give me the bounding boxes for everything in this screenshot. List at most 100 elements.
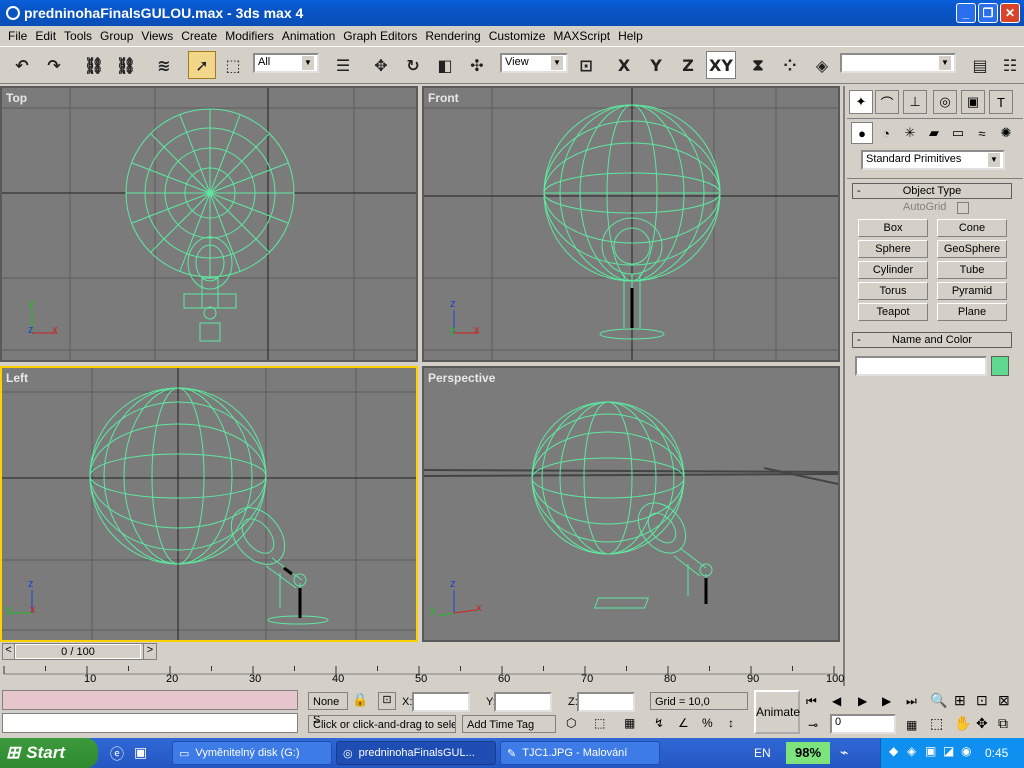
- tray-icon-2[interactable]: ◈: [907, 744, 916, 758]
- sphere-button[interactable]: Sphere: [858, 240, 928, 258]
- menu-group[interactable]: Group: [96, 29, 137, 43]
- menu-maxscript[interactable]: MAXScript: [549, 29, 614, 43]
- zoom-icon[interactable]: 🔍: [930, 692, 947, 709]
- viewport-label-front[interactable]: Front: [428, 91, 459, 105]
- systems-icon[interactable]: ✺: [995, 122, 1017, 144]
- object-color-swatch[interactable]: [991, 356, 1009, 376]
- plane-button[interactable]: Plane: [937, 303, 1007, 321]
- zoom-extents-icon[interactable]: ⊡: [976, 692, 988, 709]
- link-icon[interactable]: ⛓: [80, 51, 108, 79]
- redo-icon[interactable]: ↷: [40, 51, 68, 79]
- restrict-z-button[interactable]: Z: [674, 51, 702, 79]
- add-time-tag-button[interactable]: Add Time Tag: [462, 715, 556, 733]
- menu-tools[interactable]: Tools: [60, 29, 96, 43]
- x-coord-field[interactable]: [412, 692, 470, 712]
- task-removable-disk[interactable]: ▭ Vyměnitelný disk (G:): [172, 741, 332, 765]
- reference-coord-dropdown[interactable]: View ▼: [500, 53, 568, 73]
- cone-button[interactable]: Cone: [937, 219, 1007, 237]
- viewport-left[interactable]: Left z y x: [0, 366, 418, 642]
- maximize-viewport-icon[interactable]: ⧉: [998, 715, 1008, 732]
- menu-graph-editors[interactable]: Graph Editors: [339, 29, 421, 43]
- cameras-icon[interactable]: ▰: [923, 122, 945, 144]
- select-by-name-icon[interactable]: ☰: [329, 51, 357, 79]
- region-select-icon[interactable]: ⬚: [219, 51, 247, 79]
- tray-icon-3[interactable]: ▣: [925, 744, 936, 758]
- time-config-icon[interactable]: ▦: [906, 718, 917, 732]
- viewport-front[interactable]: Front z y x: [422, 86, 840, 362]
- spacewarps-icon[interactable]: ≈: [971, 122, 993, 144]
- menu-modifiers[interactable]: Modifiers: [221, 29, 278, 43]
- crossing-select-icon[interactable]: ⬚: [594, 716, 605, 730]
- undo-icon[interactable]: ↶: [8, 51, 36, 79]
- rotate-icon[interactable]: ↻: [399, 51, 427, 79]
- play-icon[interactable]: ▶: [858, 694, 867, 708]
- create-tab-icon[interactable]: ✦: [849, 90, 873, 114]
- shapes-icon[interactable]: ◔: [875, 122, 897, 144]
- start-button[interactable]: ⊞ Start: [0, 738, 98, 768]
- key-mode-icon[interactable]: ⊸: [808, 718, 818, 732]
- motion-tab-icon[interactable]: ◎: [933, 90, 957, 114]
- pan-icon[interactable]: ✋: [954, 715, 971, 732]
- zoom-all-icon[interactable]: ⊞: [954, 692, 966, 709]
- maxscript-output-mini[interactable]: [2, 713, 298, 733]
- ie-quicklaunch-icon[interactable]: ⓔ: [110, 744, 124, 764]
- cylinder-button[interactable]: Cylinder: [858, 261, 928, 279]
- snap-3d-icon[interactable]: ↯: [654, 716, 664, 730]
- selection-filter-dropdown[interactable]: All ▼: [253, 53, 319, 73]
- viewport-label-top[interactable]: Top: [6, 91, 27, 105]
- angle-snap-icon[interactable]: ∠: [678, 716, 689, 730]
- tube-button[interactable]: Tube: [937, 261, 1007, 279]
- region-zoom-icon[interactable]: ⬚: [930, 715, 943, 732]
- track-bar[interactable]: 10 20 30 40 50 60 70 80 90 100: [0, 662, 844, 688]
- time-slider-thumb[interactable]: 0 / 100: [15, 644, 141, 659]
- pyramid-button[interactable]: Pyramid: [937, 282, 1007, 300]
- restrict-x-button[interactable]: X: [610, 51, 638, 79]
- move-icon[interactable]: ✥: [367, 51, 395, 79]
- scale-icon[interactable]: ◧: [431, 51, 459, 79]
- bind-spacewarp-icon[interactable]: ≋: [150, 51, 178, 79]
- mirror-icon[interactable]: ⧗: [744, 51, 772, 79]
- hierarchy-tab-icon[interactable]: ⊥: [903, 90, 927, 114]
- box-button[interactable]: Box: [858, 219, 928, 237]
- lock-selection-icon[interactable]: 🔒: [352, 692, 368, 708]
- menu-edit[interactable]: Edit: [31, 29, 60, 43]
- snap-icon[interactable]: ▦: [624, 716, 635, 730]
- lights-icon[interactable]: ✳: [899, 122, 921, 144]
- schematic-view-icon[interactable]: ☷: [996, 51, 1024, 79]
- menu-customize[interactable]: Customize: [485, 29, 550, 43]
- pivot-center-icon[interactable]: ⊡: [572, 51, 600, 79]
- close-button[interactable]: ✕: [1000, 3, 1020, 23]
- menu-animation[interactable]: Animation: [278, 29, 339, 43]
- menu-help[interactable]: Help: [614, 29, 647, 43]
- time-next-button[interactable]: >: [143, 644, 156, 659]
- task-3dsmax[interactable]: ◎ predninohaFinalsGUL...: [336, 741, 496, 765]
- teapot-button[interactable]: Teapot: [858, 303, 928, 321]
- desktop-quicklaunch-icon[interactable]: ▣: [134, 744, 147, 761]
- tray-icon-4[interactable]: ◪: [943, 744, 954, 758]
- viewport-top[interactable]: Top y z x: [0, 86, 418, 362]
- object-name-field[interactable]: [855, 356, 987, 376]
- task-paint[interactable]: ✎ TJC1.JPG - Malování: [500, 741, 660, 765]
- unlink-icon[interactable]: ⛓: [112, 51, 140, 79]
- select-object-icon[interactable]: ➚: [188, 51, 216, 79]
- minimize-button[interactable]: _: [956, 3, 976, 23]
- go-to-start-icon[interactable]: ⏮: [806, 694, 817, 709]
- viewport-label-perspective[interactable]: Perspective: [428, 371, 495, 385]
- tray-icon-5[interactable]: ◉: [961, 744, 971, 758]
- animate-button[interactable]: Animate: [754, 690, 800, 734]
- menu-rendering[interactable]: Rendering: [421, 29, 484, 43]
- named-selection-dropdown[interactable]: ▼: [840, 53, 956, 73]
- maximize-button[interactable]: ❐: [978, 3, 998, 23]
- previous-frame-icon[interactable]: ◀: [832, 694, 841, 708]
- tray-icon-1[interactable]: ◆: [889, 744, 898, 758]
- app-icon[interactable]: [6, 6, 20, 20]
- power-plug-icon[interactable]: ⌁: [840, 744, 848, 761]
- restrict-y-button[interactable]: Y: [642, 51, 670, 79]
- viewport-perspective[interactable]: Perspective z y x: [422, 366, 840, 642]
- name-color-rollout[interactable]: - Name and Color: [852, 332, 1012, 348]
- go-to-end-icon[interactable]: ⏭: [906, 694, 917, 709]
- helpers-icon[interactable]: ▭: [947, 122, 969, 144]
- arc-rotate-icon[interactable]: ✥: [976, 715, 988, 732]
- current-frame-field[interactable]: 0: [830, 714, 896, 734]
- menu-file[interactable]: File: [4, 29, 31, 43]
